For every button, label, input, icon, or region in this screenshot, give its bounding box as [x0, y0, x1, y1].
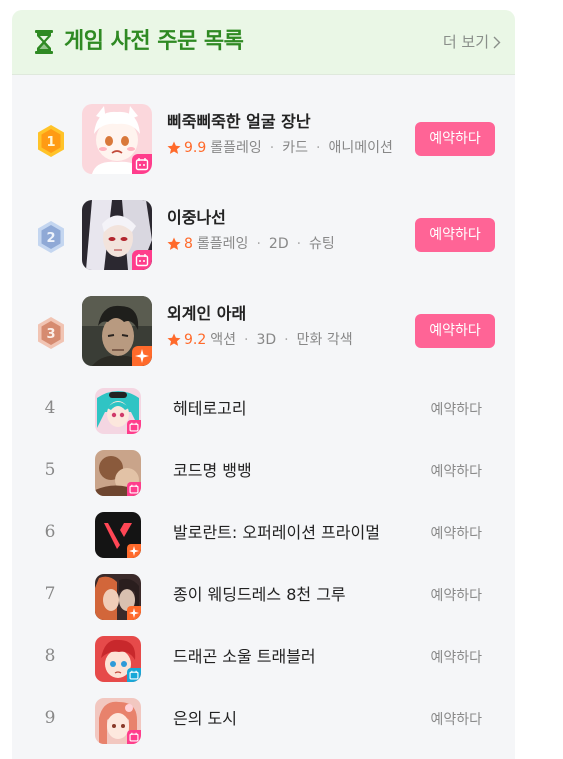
chevron-right-icon	[493, 36, 501, 48]
list-item[interactable]: 6 발로란트: 오퍼레이션 프라이멀 예약하다	[12, 504, 515, 566]
game-thumbnail[interactable]	[95, 512, 141, 558]
genre-tag: 카드	[282, 140, 309, 156]
rating-value: 9.9	[184, 140, 207, 156]
genre-tag: 롤플레잉	[196, 236, 249, 252]
list-item[interactable]: 5 코드명 뱅뱅 예약하다	[12, 442, 515, 504]
game-title[interactable]: 헤테로고리	[173, 398, 247, 420]
game-meta: 8 롤플레잉 · 2D · 슈팅	[167, 234, 335, 254]
game-thumbnail[interactable]	[95, 388, 141, 434]
top-game-row[interactable]: 3 외계인 아래 9.2 액션 · 3D · 만화 각색 예약하다	[12, 290, 515, 374]
game-thumbnail[interactable]	[82, 296, 152, 366]
calendar-icon	[127, 482, 141, 496]
game-thumbnail[interactable]	[95, 574, 141, 620]
genre-tag: 2D	[268, 236, 289, 252]
sparkle-icon	[132, 346, 152, 366]
game-title[interactable]: 외계인 아래	[167, 303, 246, 325]
top-game-row[interactable]: 1 삐죽삐죽한 얼굴 장난 9.9 롤플레잉 · 카드 · 애니메이션 예약하다	[12, 98, 515, 182]
bronze-medal-icon: 3	[36, 316, 66, 350]
genre-tag: 슈팅	[309, 236, 335, 252]
game-thumbnail[interactable]	[95, 636, 141, 682]
game-title[interactable]: 은의 도시	[173, 708, 237, 730]
rank-number: 7	[44, 584, 56, 604]
top-game-row[interactable]: 2 이중나선 8 롤플레잉 · 2D · 슈팅 예약하다	[12, 194, 515, 278]
calendar-icon	[132, 250, 152, 270]
panel-title: 게임 사전 주문 목록	[64, 29, 244, 54]
game-thumbnail[interactable]	[95, 698, 141, 744]
reserve-button[interactable]: 예약하다	[415, 314, 495, 348]
calendar-icon	[127, 420, 141, 434]
rank-number: 8	[44, 646, 56, 666]
hourglass-icon	[35, 30, 53, 54]
more-link[interactable]: 더 보기	[443, 32, 501, 52]
calendar-icon	[132, 154, 152, 174]
game-title[interactable]: 발로란트: 오퍼레이션 프라이멀	[173, 522, 380, 544]
list-item[interactable]: 9 은의 도시 예약하다	[12, 690, 515, 752]
genre-tag: 롤플레잉	[210, 140, 262, 156]
star-icon	[167, 141, 181, 154]
rank-number: 9	[44, 708, 56, 728]
panel-header: 게임 사전 주문 목록 더 보기	[12, 10, 515, 75]
reserve-button[interactable]: 예약하다	[415, 218, 495, 252]
rating-value: 8	[184, 236, 193, 252]
calendar-icon	[127, 730, 141, 744]
game-thumbnail[interactable]	[95, 450, 141, 496]
game-thumbnail[interactable]	[82, 104, 152, 174]
game-meta: 9.9 롤플레잉 · 카드 · 애니메이션	[167, 138, 393, 158]
reserve-link[interactable]: 예약하다	[430, 710, 482, 730]
rating-value: 9.2	[184, 332, 207, 348]
rank-number: 4	[44, 398, 56, 418]
medal-rank: 1	[46, 135, 55, 150]
preorder-panel: 게임 사전 주문 목록 더 보기 1 삐죽삐죽한 얼굴 장난 9.9 롤플레잉 …	[12, 10, 515, 759]
star-icon	[167, 333, 181, 346]
sparkle-icon	[127, 544, 141, 558]
medal-rank: 3	[46, 327, 55, 342]
calendar-icon	[127, 668, 141, 682]
game-title[interactable]: 이중나선	[167, 207, 226, 229]
game-thumbnail[interactable]	[82, 200, 152, 270]
reserve-link[interactable]: 예약하다	[430, 586, 482, 606]
reserve-link[interactable]: 예약하다	[430, 524, 482, 544]
silver-medal-icon: 2	[36, 220, 66, 254]
game-title[interactable]: 종이 웨딩드레스 8천 그루	[173, 584, 346, 606]
game-title[interactable]: 코드명 뱅뱅	[173, 460, 252, 482]
game-meta: 9.2 액션 · 3D · 만화 각색	[167, 330, 353, 350]
more-label: 더 보기	[442, 33, 489, 51]
list-item[interactable]: 8 드래곤 소울 트래블러 예약하다	[12, 628, 515, 690]
medal-rank: 2	[46, 231, 55, 246]
list-item[interactable]: 7 종이 웨딩드레스 8천 그루 예약하다	[12, 566, 515, 628]
rank-number: 6	[44, 522, 56, 542]
genre-tag: 애니메이션	[328, 140, 393, 156]
genre-tag: 만화 각색	[296, 332, 353, 348]
reserve-link[interactable]: 예약하다	[430, 400, 482, 420]
game-title[interactable]: 드래곤 소울 트래블러	[173, 646, 316, 668]
genre-tag: 액션	[210, 332, 237, 348]
list-item[interactable]: 4 헤테로고리 예약하다	[12, 380, 515, 442]
reserve-link[interactable]: 예약하다	[430, 462, 482, 482]
gold-medal-icon: 1	[36, 124, 66, 158]
game-title[interactable]: 삐죽삐죽한 얼굴 장난	[167, 111, 311, 133]
reserve-button[interactable]: 예약하다	[415, 122, 495, 156]
reserve-link[interactable]: 예약하다	[430, 648, 482, 668]
genre-tag: 3D	[256, 332, 277, 348]
rank-number: 5	[44, 460, 56, 480]
star-icon	[167, 237, 181, 250]
sparkle-icon	[127, 606, 141, 620]
